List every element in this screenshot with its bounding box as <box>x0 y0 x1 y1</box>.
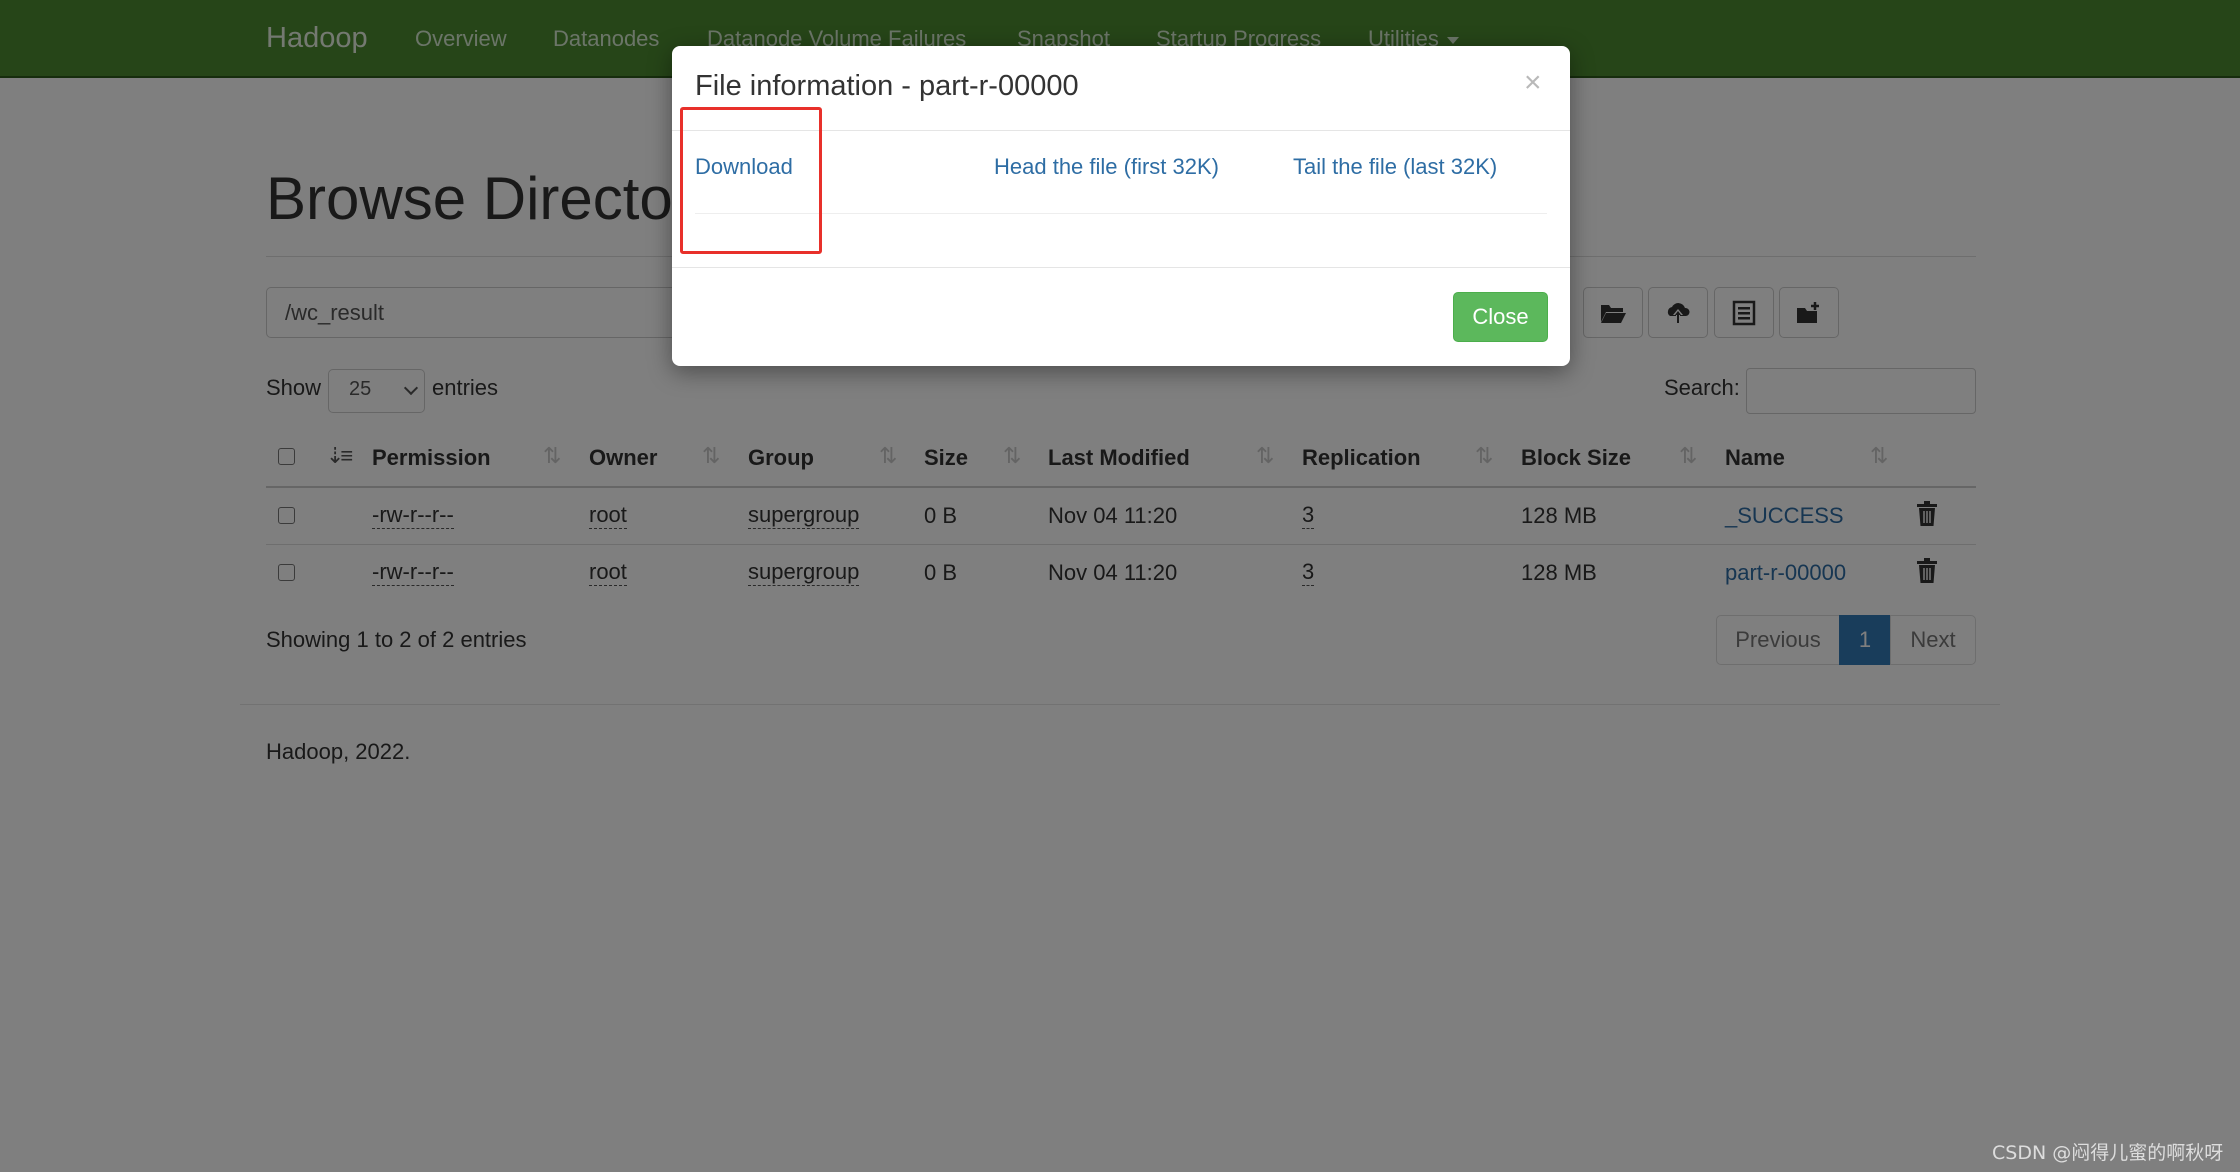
modal-footer-divider <box>672 267 1570 268</box>
close-button[interactable]: Close <box>1453 292 1548 342</box>
annotation-highlight-box <box>680 107 822 254</box>
close-icon[interactable]: × <box>1524 68 1542 98</box>
modal-title: File information - part-r-00000 <box>695 70 1079 102</box>
head-file-link[interactable]: Head the file (first 32K) <box>994 154 1219 180</box>
watermark: CSDN @闷得儿蜜的啊秋呀 <box>1992 1142 2224 1164</box>
tail-file-link[interactable]: Tail the file (last 32K) <box>1293 154 1497 180</box>
modal-body-divider <box>695 213 1547 214</box>
